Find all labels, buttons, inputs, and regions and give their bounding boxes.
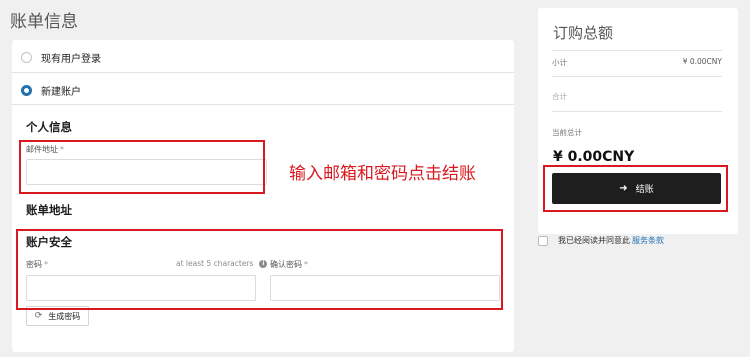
radio-button[interactable]	[21, 52, 32, 63]
divider	[12, 72, 514, 73]
instruction-annotation: 输入邮箱和密码点击结账	[289, 164, 476, 184]
total-label: 合计	[552, 92, 567, 101]
divider	[552, 50, 722, 51]
divider	[12, 104, 514, 105]
summary-title: 订购总额	[553, 24, 614, 42]
radio-label: 新建账户	[41, 87, 81, 98]
divider	[552, 76, 722, 77]
refresh-icon: ⟳	[34, 311, 43, 321]
radio-button-checked[interactable]	[21, 85, 32, 96]
subtotal-value: ¥ 0.00CNY	[682, 57, 722, 66]
terms-row: 我已经阅读并同意此 服务条款	[538, 235, 664, 246]
highlight-security	[16, 229, 503, 310]
terms-checkbox[interactable]	[538, 235, 548, 246]
divider	[552, 111, 722, 112]
highlight-email	[19, 140, 265, 194]
page-title: 账单信息	[10, 12, 78, 32]
terms-text: 我已经阅读并同意此	[558, 236, 630, 245]
terms-link[interactable]: 服务条款	[632, 235, 664, 246]
current-total-label: 当前总计	[552, 128, 582, 137]
personal-info-heading: 个人信息	[26, 120, 72, 134]
subtotal-label: 小计	[552, 58, 567, 67]
radio-label: 现有用户登录	[41, 54, 101, 65]
billing-address-heading: 账单地址	[26, 203, 72, 217]
highlight-checkout	[543, 165, 728, 212]
radio-existing-user[interactable]: 现有用户登录	[21, 50, 101, 65]
radio-new-account[interactable]: 新建账户	[21, 83, 81, 98]
current-total-value: ¥ 0.00CNY	[553, 149, 635, 165]
